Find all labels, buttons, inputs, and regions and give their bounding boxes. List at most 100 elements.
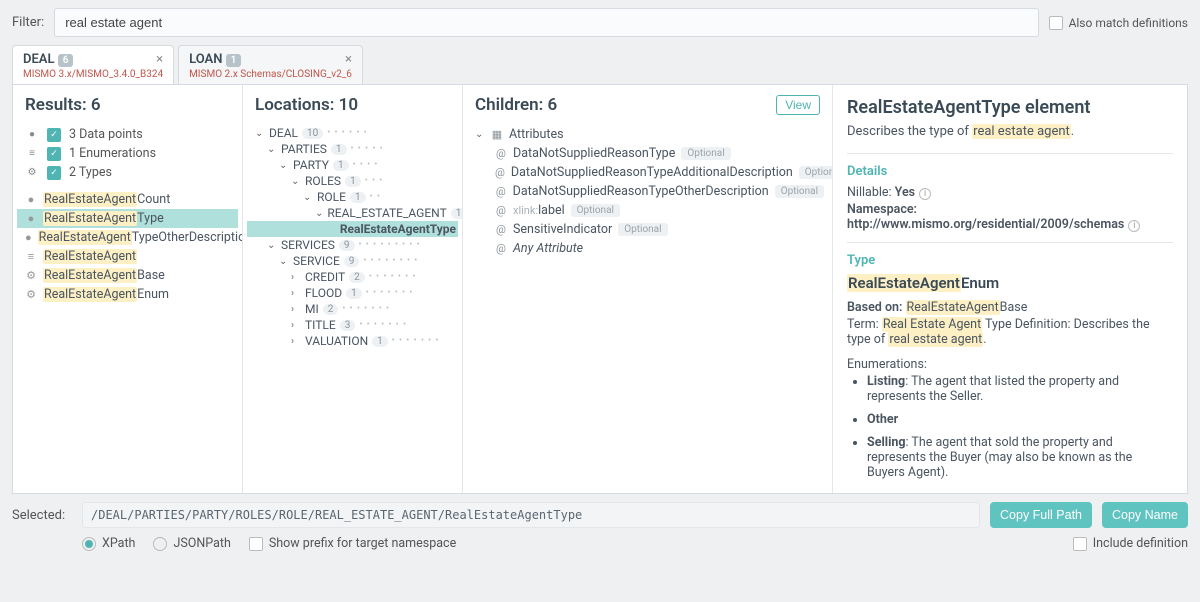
tree-node[interactable]: ⌄ROLE1• • — [247, 189, 458, 205]
attributes-caret-icon[interactable]: ⌄ — [475, 129, 485, 140]
attribute-icon: @ — [495, 147, 507, 160]
tree-node[interactable]: ⌄SERVICE9• • • • • • • • — [247, 253, 458, 269]
tree-node[interactable]: ›VALUATION1• • • • • • • — [247, 333, 458, 349]
view-button[interactable]: View — [776, 95, 820, 115]
result-type-icon: ⚙ — [25, 270, 37, 282]
result-item[interactable]: ●RealEstateAgentTypeOtherDescription — [17, 228, 238, 247]
based-on-row: Based on: RealEstateAgentBase — [847, 300, 1173, 315]
children-heading: Children: 6 — [475, 95, 557, 115]
info-icon[interactable]: i — [919, 188, 931, 200]
info-icon[interactable]: i — [1128, 220, 1140, 232]
tree-node[interactable]: ›TITLE3• • • • • • • — [247, 317, 458, 333]
chevron-icon[interactable]: ⌄ — [303, 192, 313, 203]
result-type-icon: ● — [25, 194, 37, 206]
optional-badge: Optional — [775, 185, 824, 198]
xpath-radio[interactable]: XPath — [82, 536, 135, 551]
term-row: Term: Real Estate Agent Type Definition:… — [847, 317, 1173, 347]
attribute-icon: @ — [495, 242, 507, 255]
attribute-icon: @ — [495, 204, 507, 217]
also-match-label: Also match definitions — [1069, 16, 1188, 30]
tree-node[interactable]: ⌄ROLES1• • • — [247, 173, 458, 189]
tree-node[interactable]: ⌄REAL_ESTATE_AGENT1• — [247, 205, 458, 221]
close-icon[interactable]: × — [345, 52, 352, 67]
type-name: RealEstateAgentEnum — [847, 274, 1173, 292]
include-definition-checkbox[interactable]: Include definition — [1073, 536, 1188, 551]
chevron-icon[interactable]: › — [291, 288, 301, 299]
optional-badge: Optional — [571, 204, 620, 217]
chevron-icon[interactable]: ⌄ — [279, 160, 289, 171]
result-type-icon: ⚙ — [25, 289, 37, 301]
tree-node[interactable]: ⌄SERVICES9• • • • • • • • • — [247, 237, 458, 253]
selected-path[interactable]: /DEAL/PARTIES/PARTY/ROLES/ROLE/REAL_ESTA… — [82, 502, 980, 528]
summary-type-icon: ⚙ — [25, 166, 39, 180]
close-icon[interactable]: × — [156, 52, 163, 67]
summary-row: ⚙✓2 Types — [17, 163, 238, 182]
optional-badge: Optional — [681, 147, 730, 160]
chevron-icon[interactable]: ⌄ — [279, 256, 289, 267]
result-type-icon: ● — [25, 213, 37, 225]
chevron-icon[interactable]: › — [291, 304, 301, 315]
tree-node[interactable]: ⌄DEAL10• • • • • • — [247, 125, 458, 141]
child-item[interactable]: @xlink:labelOptional — [467, 201, 828, 220]
child-item[interactable]: @SensitiveIndicatorOptional — [467, 220, 828, 239]
result-type-icon: ● — [25, 232, 32, 244]
tree-node[interactable]: ›CREDIT2• • • • • • • — [247, 269, 458, 285]
results-heading: Results: 6 — [17, 95, 238, 125]
result-item[interactable]: ⚙RealEstateAgentBase — [17, 266, 238, 285]
child-item[interactable]: @DataNotSuppliedReasonTypeAdditionalDesc… — [467, 163, 828, 182]
detail-description: Describes the type of real estate agent. — [847, 124, 1173, 139]
locations-heading: Locations: 10 — [247, 95, 458, 125]
chevron-icon[interactable]: ⌄ — [267, 144, 277, 155]
check-icon[interactable]: ✓ — [47, 147, 61, 161]
tree-node[interactable]: ›MI2• • • • • • • — [247, 301, 458, 317]
namespace-row: Namespace:http://www.mismo.org/residenti… — [847, 202, 1173, 232]
enumerations-label: Enumerations: — [847, 357, 1173, 372]
result-type-icon: ≡ — [25, 251, 37, 263]
tree-node[interactable]: ›FLOOD1• • • • • • • — [247, 285, 458, 301]
detail-title: RealEstateAgentType element — [847, 97, 1173, 118]
result-item[interactable]: ≡RealEstateAgent — [17, 247, 238, 266]
optional-badge: Optional — [618, 223, 667, 236]
tab-loan[interactable]: LOAN 1×MISMO 2.x Schemas/CLOSING_v2_6 — [178, 45, 363, 84]
jsonpath-label: JSONPath — [173, 536, 230, 551]
tree-node[interactable]: ⌄PARTIES1• • • • • — [247, 141, 458, 157]
result-item[interactable]: ⚙RealEstateAgentEnum — [17, 285, 238, 304]
include-definition-label: Include definition — [1093, 536, 1188, 551]
also-match-checkbox[interactable]: Also match definitions — [1049, 16, 1188, 30]
chevron-icon[interactable]: › — [291, 336, 301, 347]
chevron-icon[interactable]: ⌄ — [315, 208, 323, 219]
enum-item: Other — [867, 412, 1173, 427]
tree-node[interactable]: ⌄PARTY1• • • • — [247, 157, 458, 173]
child-item[interactable]: @DataNotSuppliedReasonTypeOptional — [467, 144, 828, 163]
filter-input[interactable] — [54, 8, 1038, 37]
check-icon[interactable]: ✓ — [47, 166, 61, 180]
enum-item: Selling: The agent that sold the propert… — [867, 435, 1173, 480]
chevron-icon[interactable]: ⌄ — [291, 176, 301, 187]
tab-deal[interactable]: DEAL 6×MISMO 3.x/MISMO_3.4.0_B324 — [12, 45, 174, 84]
attribute-icon: @ — [495, 185, 507, 198]
summary-row: ≡✓1 Enumerations — [17, 144, 238, 163]
child-item[interactable]: @Any Attribute — [467, 239, 828, 258]
chevron-icon[interactable]: › — [291, 320, 301, 331]
child-item[interactable]: @DataNotSuppliedReasonTypeOtherDescripti… — [467, 182, 828, 201]
result-item[interactable]: ●RealEstateAgentType — [17, 209, 238, 228]
attributes-group-icon: ▦ — [491, 128, 503, 141]
optional-badge: Optional — [799, 166, 833, 179]
jsonpath-radio[interactable]: JSONPath — [153, 536, 230, 551]
selected-label: Selected: — [12, 508, 72, 523]
chevron-icon[interactable]: › — [291, 272, 301, 283]
chevron-icon[interactable]: ⌄ — [267, 240, 277, 251]
attribute-icon: @ — [495, 166, 505, 179]
copy-full-path-button[interactable]: Copy Full Path — [990, 502, 1092, 528]
details-section-header: Details — [847, 153, 1173, 179]
check-icon[interactable]: ✓ — [47, 128, 61, 142]
show-prefix-checkbox[interactable]: Show prefix for target namespace — [249, 536, 456, 551]
filter-label: Filter: — [12, 15, 44, 30]
tree-node[interactable]: RealEstateAgentType — [247, 221, 458, 237]
type-section-header: Type — [847, 242, 1173, 268]
summary-type-icon: ≡ — [25, 147, 39, 161]
attributes-header: Attributes — [509, 127, 564, 142]
copy-name-button[interactable]: Copy Name — [1102, 502, 1188, 528]
result-item[interactable]: ●RealEstateAgentCount — [17, 190, 238, 209]
chevron-icon[interactable]: ⌄ — [255, 128, 265, 139]
